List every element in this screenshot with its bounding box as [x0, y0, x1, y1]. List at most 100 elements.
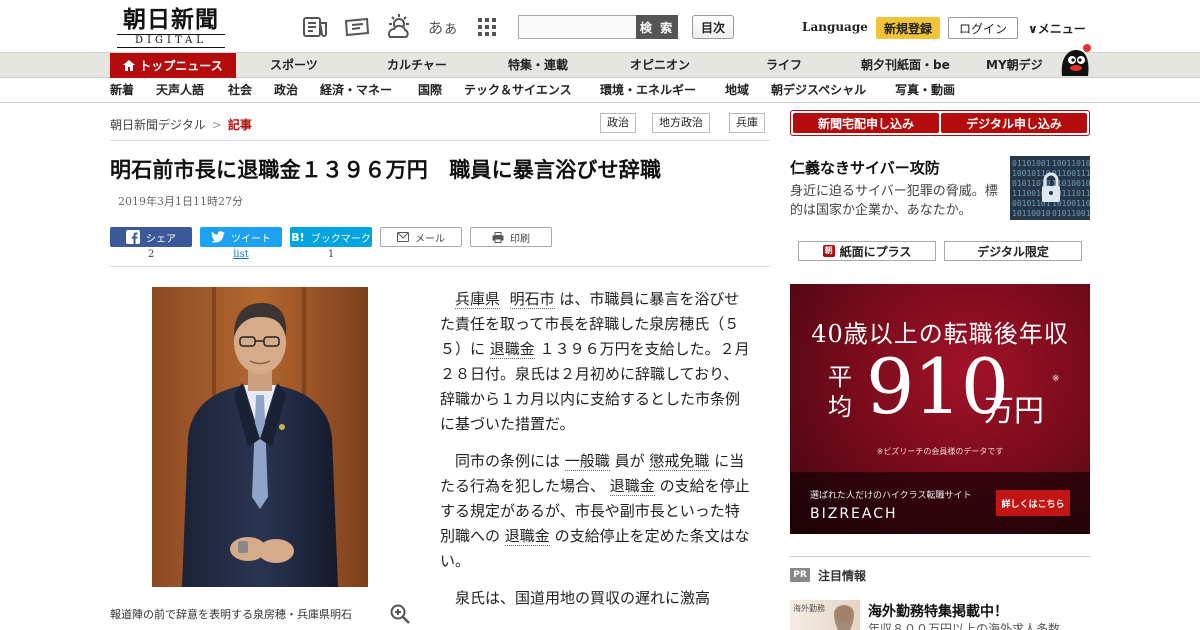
newspaper-icon[interactable]: [300, 12, 330, 42]
mascot-icon[interactable]: [1054, 42, 1094, 78]
ad-prefix: 平均: [828, 363, 852, 421]
search-button[interactable]: 検 索: [636, 15, 678, 39]
paragraph: 兵庫県 明石市 は、市職員に暴言を浴びせた責任を取って市長を辞職した泉房穂氏（５…: [440, 287, 752, 437]
paragraph: 泉氏は、国道用地の買収の遅れに激高: [440, 586, 752, 611]
facebook-share-count: 2: [147, 249, 155, 260]
keyword-link[interactable]: 一般職: [564, 452, 610, 471]
facebook-icon: [126, 230, 140, 244]
breadcrumb-current: 記事: [227, 118, 252, 132]
feature-title[interactable]: 仁義なきサイバー攻防: [790, 157, 940, 178]
subnav-tech-science[interactable]: テック＆サイエンス: [464, 79, 572, 102]
nav-top-news[interactable]: トップニュース: [110, 53, 236, 78]
hatena-icon: B!: [291, 230, 305, 244]
nav-my-asadigi[interactable]: MY朝デジ: [986, 53, 1043, 78]
site-logo[interactable]: 朝日新聞 DIGITAL: [112, 8, 230, 48]
subnav-economy[interactable]: 経済・マネー: [320, 79, 392, 102]
svg-text:10011010: 10011010: [1052, 159, 1090, 168]
subnav-society[interactable]: 社会: [228, 79, 252, 102]
paragraph-text: １３９６万円を支給した。２月２８日付。泉氏は２月初めに辞職しており、辞職から１カ…: [440, 340, 750, 433]
feature-image[interactable]: 01101001 10010110 01011010 11100101 0010110…: [1010, 156, 1090, 220]
hatena-bookmark-button[interactable]: B! ブックマーク: [290, 227, 372, 247]
paper-plus-button[interactable]: 朝 紙面にプラス: [798, 241, 936, 261]
bizreach-ad[interactable]: 40歳以上の転職後年収 平均 910 万円 ※ ※ビズリーチの会員様のデータです…: [790, 284, 1090, 534]
printer-icon: [492, 231, 504, 243]
logo-digital: DIGITAL: [117, 34, 225, 48]
svg-text:01101001: 01101001: [1012, 159, 1051, 168]
nav-culture[interactable]: カルチャー: [387, 53, 447, 78]
article-photo[interactable]: [152, 287, 368, 587]
weather-icon[interactable]: [384, 12, 414, 42]
print-button[interactable]: 印刷: [470, 227, 552, 247]
pr-badge: PR: [790, 568, 810, 582]
subnav-environment[interactable]: 環境・エネルギー: [600, 79, 696, 102]
keyword-link[interactable]: 退職金: [504, 527, 550, 546]
menu-button[interactable]: ∨メニュー: [1028, 20, 1086, 37]
subnav-politics[interactable]: 政治: [274, 79, 298, 102]
divider: [790, 556, 1090, 557]
article-headline: 明石前市長に退職金１３９６万円 職員に暴言浴びせ辞職: [110, 158, 662, 182]
subnav-latest[interactable]: 新着: [110, 79, 134, 102]
menu-label: メニュー: [1037, 22, 1086, 36]
pr-thumbnail[interactable]: 海外勤務: [790, 600, 860, 630]
mail-button[interactable]: メール: [380, 227, 462, 247]
tag-politics[interactable]: 政治: [600, 113, 636, 133]
chevron-down-icon: ∨: [1028, 22, 1038, 36]
svg-text:10110010: 10110010: [1012, 209, 1051, 218]
paper-subscribe-button[interactable]: 新聞宅配申し込み: [793, 113, 939, 133]
zoom-icon[interactable]: [390, 604, 410, 624]
tag-hyogo[interactable]: 兵庫: [729, 113, 765, 133]
digital-only-button[interactable]: デジタル限定: [944, 241, 1082, 261]
secondary-nav: 新着 天声人語 社会 政治 経済・マネー 国際 テック＆サイエンス 環境・エネル…: [0, 79, 1200, 103]
toc-button[interactable]: 目次: [692, 15, 734, 39]
keyword-link[interactable]: 懲戒免職: [649, 452, 710, 471]
breadcrumb: 朝日新聞デジタル > 記事: [110, 116, 252, 133]
paragraph-text: 同市の条例には: [455, 452, 561, 470]
paper-plus-icon: 朝: [822, 245, 835, 257]
twitter-list-link[interactable]: list: [200, 249, 282, 260]
keyword-link[interactable]: 退職金: [609, 477, 655, 496]
divider: [110, 140, 770, 141]
photo-caption: 報道陣の前で辞意を表明する泉房穂・兵庫県明石: [110, 608, 352, 621]
nav-sports[interactable]: スポーツ: [270, 53, 318, 78]
tag-local-politics[interactable]: 地方政治: [652, 113, 710, 133]
facebook-share-button[interactable]: シェア: [110, 227, 192, 247]
language-link[interactable]: Language: [802, 20, 868, 34]
subnav-special[interactable]: 朝デジスペシャル: [771, 79, 866, 102]
keyword-link[interactable]: 退職金: [489, 340, 535, 359]
ad-tagline: 選ばれた人だけのハイクラス転職サイト: [810, 491, 972, 501]
news-ticket-icon[interactable]: [342, 12, 372, 42]
search-input[interactable]: [518, 15, 638, 39]
keyword-link[interactable]: 兵庫県: [455, 290, 501, 309]
twitter-share-label: ツイート: [231, 233, 271, 245]
subnav-photo-video[interactable]: 写真・動画: [895, 79, 955, 102]
login-button[interactable]: ログイン: [948, 17, 1018, 39]
digital-subscribe-button[interactable]: デジタル申し込み: [941, 113, 1087, 133]
grid-menu-icon[interactable]: [472, 12, 502, 42]
breadcrumb-home[interactable]: 朝日新聞デジタル: [110, 118, 206, 132]
font-size-icon[interactable]: あぁ: [428, 12, 458, 42]
mail-label: メール: [415, 233, 445, 245]
ad-note-mark: ※: [1052, 374, 1060, 384]
signup-button[interactable]: 新規登録: [876, 17, 940, 39]
paragraph-text: 泉氏は、国道用地の買収の遅れに激高: [455, 589, 711, 607]
hatena-bookmark-label: ブックマーク: [310, 233, 371, 245]
pr-headline[interactable]: 海外勤務特集掲載中！: [868, 601, 1008, 621]
nav-opinion[interactable]: オピニオン: [630, 53, 690, 78]
feature-description: 身近に迫るサイバー犯罪の脅威。標的は国家か企業か、あなたか。: [790, 184, 998, 218]
divider: [110, 266, 770, 267]
ad-note: ※ビズリーチの会員様のデータです: [876, 447, 1004, 456]
twitter-share-button[interactable]: ツイート: [200, 227, 282, 247]
subnav-region[interactable]: 地域: [725, 79, 749, 102]
nav-life[interactable]: ライフ: [766, 53, 802, 78]
nav-features[interactable]: 特集・連載: [508, 53, 568, 78]
subnav-tensei-jingo[interactable]: 天声人語: [156, 79, 204, 102]
keyword-link[interactable]: 明石市: [509, 290, 555, 309]
subnav-international[interactable]: 国際: [418, 79, 442, 102]
nav-paper-be[interactable]: 朝夕刊紙面・be: [861, 53, 950, 78]
site-header: 朝日新聞 DIGITAL あぁ 検 索 目次 Language 新規登録 ログイ…: [0, 0, 1200, 52]
mail-icon: [397, 232, 409, 242]
ad-cta-button[interactable]: 詳しくはこちら: [996, 490, 1070, 516]
paragraph: 同市の条例には 一般職 員が 懲戒免職 に当たる行為を犯した場合、 退職金 の支…: [440, 449, 752, 574]
facebook-share-label: シェア: [146, 233, 176, 245]
twitter-icon: [211, 231, 225, 243]
